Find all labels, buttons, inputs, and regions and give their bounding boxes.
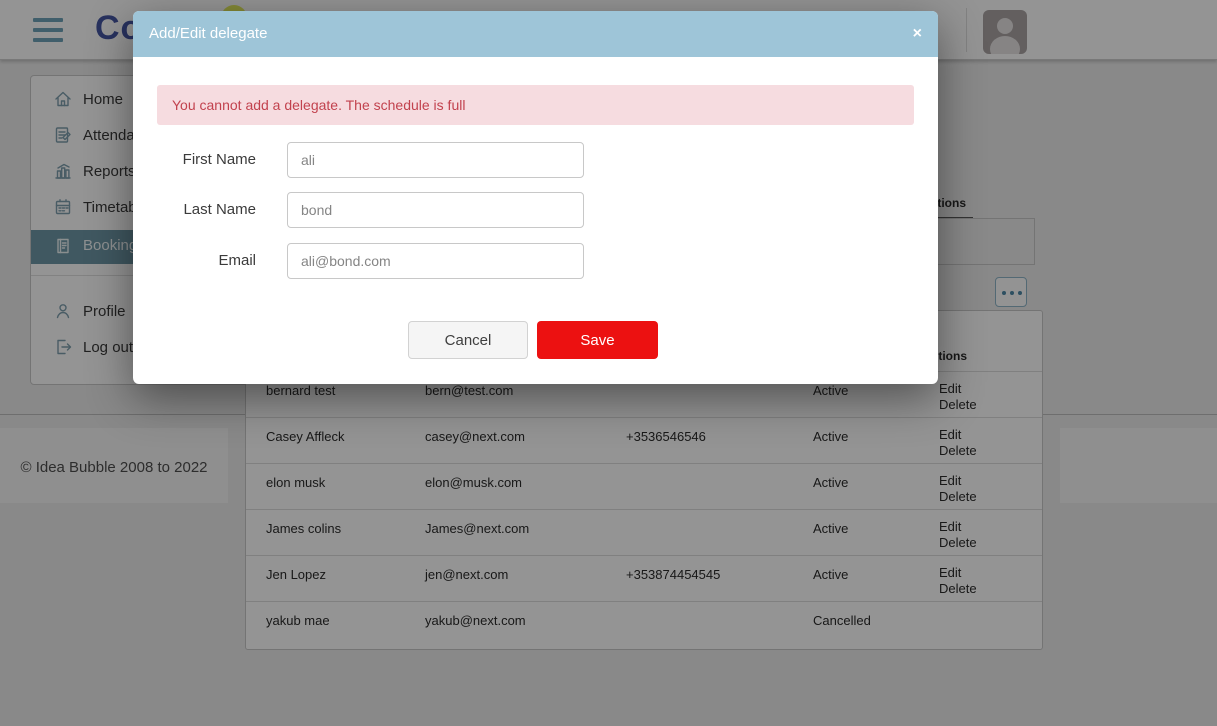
last-name-field[interactable] bbox=[287, 192, 584, 228]
save-button[interactable]: Save bbox=[537, 321, 658, 359]
add-edit-delegate-modal: Add/Edit delegate × You cannot add a del… bbox=[133, 11, 938, 384]
error-alert: You cannot add a delegate. The schedule … bbox=[157, 85, 914, 125]
app-root: Co Home Attendance Reports bbox=[0, 0, 1217, 726]
close-icon[interactable]: × bbox=[913, 11, 922, 57]
email-label: Email bbox=[133, 252, 256, 269]
first-name-label: First Name bbox=[133, 151, 256, 168]
last-name-label: Last Name bbox=[133, 201, 256, 218]
email-field[interactable] bbox=[287, 243, 584, 279]
first-name-field[interactable] bbox=[287, 142, 584, 178]
cancel-button[interactable]: Cancel bbox=[408, 321, 528, 359]
modal-title: Add/Edit delegate bbox=[149, 11, 267, 57]
modal-header: Add/Edit delegate × bbox=[133, 11, 938, 57]
